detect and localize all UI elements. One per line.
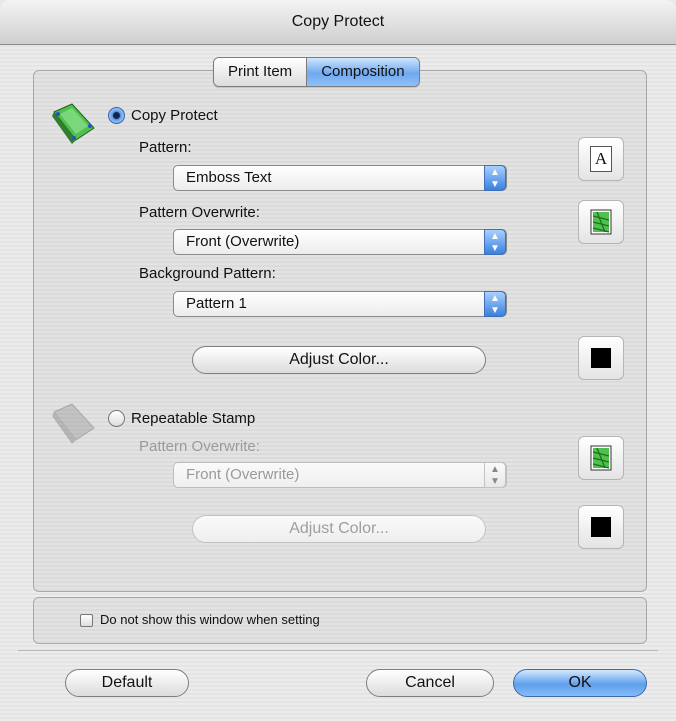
chevron-up-down-icon: ▲ ▼: [484, 165, 506, 191]
tab-print-item[interactable]: Print Item: [214, 58, 307, 86]
options-box: Do not show this window when setting: [33, 597, 647, 644]
do-not-show-label: Do not show this window when setting: [100, 612, 320, 627]
ok-button[interactable]: OK: [513, 669, 647, 697]
pattern-icon: [590, 445, 612, 471]
color-swatch-button[interactable]: [578, 336, 624, 380]
cancel-button[interactable]: Cancel: [366, 669, 494, 697]
copy-protect-radio[interactable]: [108, 107, 125, 124]
pattern-overwrite-select-value: Front (Overwrite): [186, 233, 300, 250]
color-swatch: [591, 348, 611, 368]
repeatable-stamp-icon: [50, 398, 98, 446]
stamp-pattern-overwrite-select-value: Front (Overwrite): [186, 466, 300, 483]
chevron-up-down-icon: ▲ ▼: [484, 291, 506, 317]
stamp-color-swatch-button[interactable]: [578, 505, 624, 549]
repeatable-stamp-label: Repeatable Stamp: [131, 410, 256, 427]
copy-protect-label: Copy Protect: [131, 107, 218, 124]
tab-bar: Print Item Composition: [213, 57, 420, 87]
background-pattern-select-value: Pattern 1: [186, 295, 247, 312]
pattern-overwrite-select[interactable]: Front (Overwrite) ▲ ▼: [173, 229, 507, 255]
divider: [18, 650, 658, 651]
background-pattern-select[interactable]: Pattern 1 ▲ ▼: [173, 291, 507, 317]
pattern-select[interactable]: Emboss Text ▲ ▼: [173, 165, 507, 191]
tab-composition[interactable]: Composition: [306, 58, 419, 86]
pattern-settings-button[interactable]: [578, 200, 624, 244]
background-pattern-label: Background Pattern:: [139, 265, 276, 282]
default-button[interactable]: Default: [65, 669, 189, 697]
composition-group-box: [33, 70, 647, 592]
pattern-icon: [590, 209, 612, 235]
copy-protect-dialog: Copy Protect Print Item Composition Copy…: [0, 0, 676, 721]
chevron-up-down-icon: ▲ ▼: [484, 229, 506, 255]
do-not-show-checkbox[interactable]: [80, 614, 93, 627]
color-swatch: [591, 517, 611, 537]
chevron-up-down-icon: ▲ ▼: [484, 462, 506, 488]
window-title: Copy Protect: [0, 0, 676, 45]
pattern-select-value: Emboss Text: [186, 169, 272, 186]
stamp-adjust-color-button[interactable]: Adjust Color...: [192, 515, 486, 543]
font-icon: A: [590, 146, 612, 172]
font-settings-button[interactable]: A: [578, 137, 624, 181]
stamp-pattern-overwrite-label: Pattern Overwrite:: [139, 438, 260, 455]
stamp-pattern-settings-button[interactable]: [578, 436, 624, 480]
pattern-label: Pattern:: [139, 139, 192, 156]
repeatable-stamp-radio[interactable]: [108, 410, 125, 427]
copy-protect-icon: [50, 98, 98, 146]
adjust-color-button[interactable]: Adjust Color...: [192, 346, 486, 374]
stamp-pattern-overwrite-select[interactable]: Front (Overwrite) ▲ ▼: [173, 462, 507, 488]
pattern-overwrite-label: Pattern Overwrite:: [139, 204, 260, 221]
